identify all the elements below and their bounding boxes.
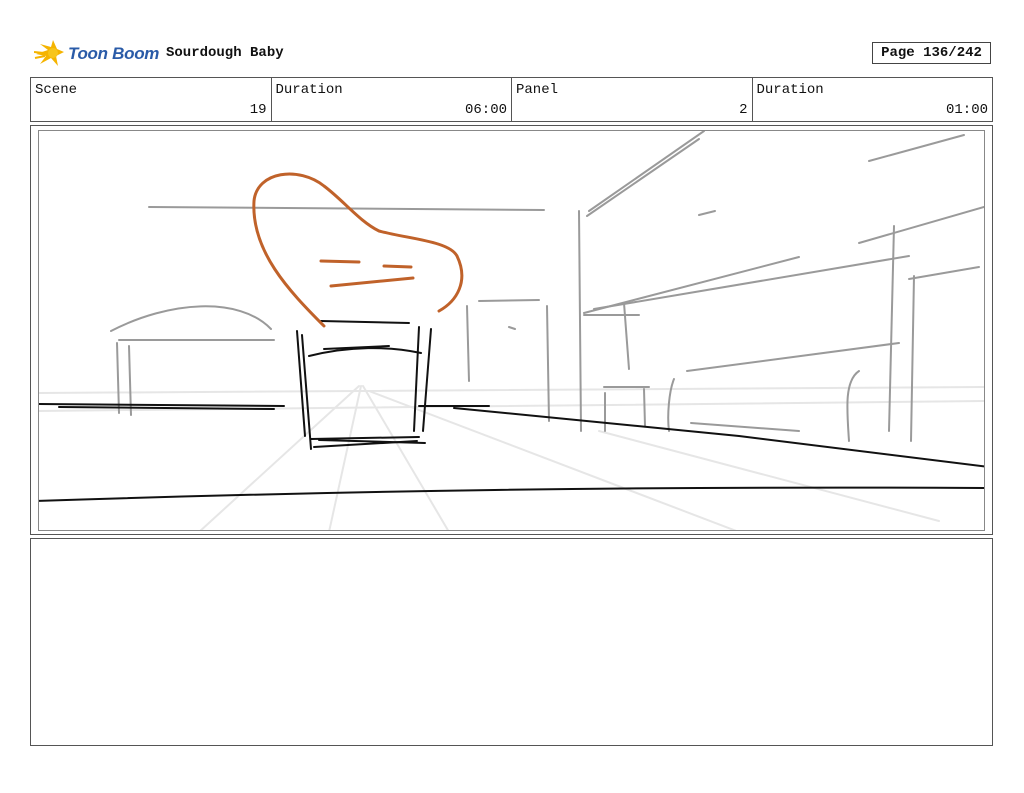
background-buildings-sketch [110, 131, 984, 442]
logo-text: Toon Boom [68, 44, 160, 63]
bread-character-sketch [252, 172, 464, 328]
scene-cell: Scene 19 [31, 78, 272, 121]
panel-value: 2 [739, 102, 748, 118]
scene-duration-label: Duration [275, 82, 343, 98]
page-indicator: Page 136/242 [872, 42, 991, 64]
panel-duration-label: Duration [756, 82, 824, 98]
ground-lines-sketch [39, 320, 984, 502]
panel-info-row: Scene 19 Duration 06:00 Panel 2 Duration… [30, 77, 993, 122]
panel-duration-cell: Duration 01:00 [753, 78, 993, 121]
scene-duration-value: 06:00 [464, 102, 507, 118]
panel-cell: Panel 2 [512, 78, 753, 121]
storyboard-panel-frame [30, 125, 993, 535]
panel-notes-area[interactable] [30, 538, 993, 746]
storyboard-panel-image [38, 130, 985, 531]
panel-label: Panel [516, 82, 559, 98]
project-title: Sourdough Baby [166, 45, 284, 61]
scene-value: 19 [249, 102, 267, 118]
scene-duration-cell: Duration 06:00 [272, 78, 512, 121]
panel-duration-value: 01:00 [945, 102, 988, 118]
scene-label: Scene [35, 82, 78, 98]
panel-sketch [39, 131, 984, 530]
